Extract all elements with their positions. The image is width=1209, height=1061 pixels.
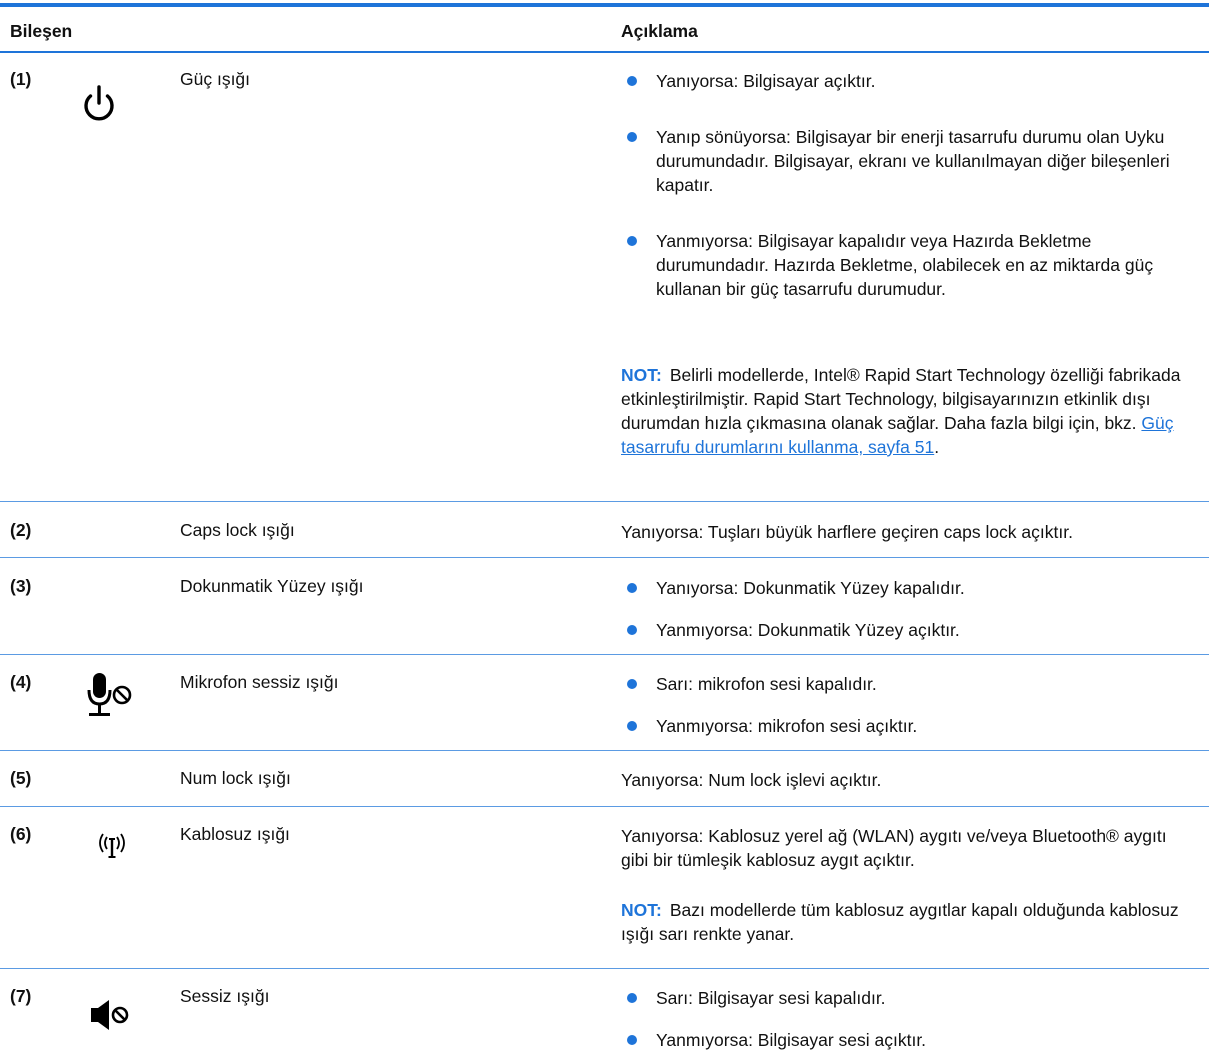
wireless-icon bbox=[94, 832, 130, 865]
row-name: Sessiz ışığı bbox=[180, 986, 270, 1006]
bullet-text: Yanmıyorsa: mikrofon sesi açıktır. bbox=[656, 716, 918, 736]
note-label: NOT: bbox=[621, 365, 662, 385]
row-number: (6) bbox=[10, 824, 32, 844]
row-name: Num lock ışığı bbox=[180, 768, 291, 788]
bullet-text: Yanıp sönüyorsa: Bilgisayar bir enerji t… bbox=[656, 127, 1170, 195]
row-divider bbox=[0, 750, 1209, 751]
row-number: (1) bbox=[10, 69, 32, 89]
bullet-text: Yanıyorsa: Bilgisayar açıktır. bbox=[656, 71, 876, 91]
header-bottom-rule bbox=[0, 51, 1209, 53]
bullet-dot bbox=[627, 76, 637, 86]
row-number: (4) bbox=[10, 672, 32, 692]
bullet-text: Sarı: Bilgisayar sesi kapalıdır. bbox=[656, 988, 886, 1008]
row-divider bbox=[0, 806, 1209, 807]
row-number: (3) bbox=[10, 576, 32, 596]
row-name: Güç ışığı bbox=[180, 69, 251, 89]
row-divider bbox=[0, 501, 1209, 502]
row-divider bbox=[0, 557, 1209, 558]
microphone-mute-icon bbox=[86, 671, 134, 724]
note-label: NOT: bbox=[621, 900, 662, 920]
row-number: (5) bbox=[10, 768, 32, 788]
row-description: Yanıyorsa: Kablosuz yerel ağ (WLAN) aygı… bbox=[621, 826, 1167, 870]
note-paragraph: NOT: Belirli modellerde, Intel® Rapid Sta… bbox=[621, 363, 1186, 459]
bullet-dot bbox=[627, 583, 637, 593]
row-description: Yanıyorsa: Tuşları büyük harflere geçire… bbox=[621, 522, 1073, 542]
bullet-dot bbox=[627, 236, 637, 246]
bullet-dot bbox=[627, 993, 637, 1003]
row-name: Kablosuz ışığı bbox=[180, 824, 290, 844]
bullet-text: Yanıyorsa: Dokunmatik Yüzey kapalıdır. bbox=[656, 578, 965, 598]
bullet-dot bbox=[627, 1035, 637, 1045]
bullet-dot bbox=[627, 679, 637, 689]
row-number: (2) bbox=[10, 520, 32, 540]
note-text: Belirli modellerde, Intel® Rapid Start T… bbox=[621, 365, 1181, 433]
bullet-dot bbox=[627, 132, 637, 142]
note-text: Bazı modellerde tüm kablosuz aygıtlar ka… bbox=[621, 900, 1179, 944]
note-text-end: . bbox=[934, 437, 940, 457]
column-header-component: Bileşen bbox=[10, 21, 73, 41]
bullet-dot bbox=[627, 625, 637, 635]
bullet-dot bbox=[627, 721, 637, 731]
row-name: Caps lock ışığı bbox=[180, 520, 295, 540]
row-name: Mikrofon sessiz ışığı bbox=[180, 672, 339, 692]
column-header-description: Açıklama bbox=[621, 21, 698, 41]
speaker-mute-icon bbox=[90, 998, 134, 1037]
note-paragraph: NOT: Bazı modellerde tüm kablosuz aygıtla… bbox=[621, 898, 1186, 946]
bullet-text: Yanmıyorsa: Dokunmatik Yüzey açıktır. bbox=[656, 620, 960, 640]
row-divider bbox=[0, 968, 1209, 969]
bullet-text: Yanmıyorsa: Bilgisayar sesi açıktır. bbox=[656, 1030, 927, 1050]
row-description: Yanıyorsa: Num lock işlevi açıktır. bbox=[621, 770, 882, 790]
header-top-rule bbox=[0, 3, 1209, 7]
power-icon bbox=[82, 85, 116, 128]
row-divider bbox=[0, 654, 1209, 655]
bullet-text: Sarı: mikrofon sesi kapalıdır. bbox=[656, 674, 877, 694]
bullet-text: Yanmıyorsa: Bilgisayar kapalıdır veya Ha… bbox=[656, 231, 1154, 299]
row-number: (7) bbox=[10, 986, 32, 1006]
row-name: Dokunmatik Yüzey ışığı bbox=[180, 576, 364, 596]
